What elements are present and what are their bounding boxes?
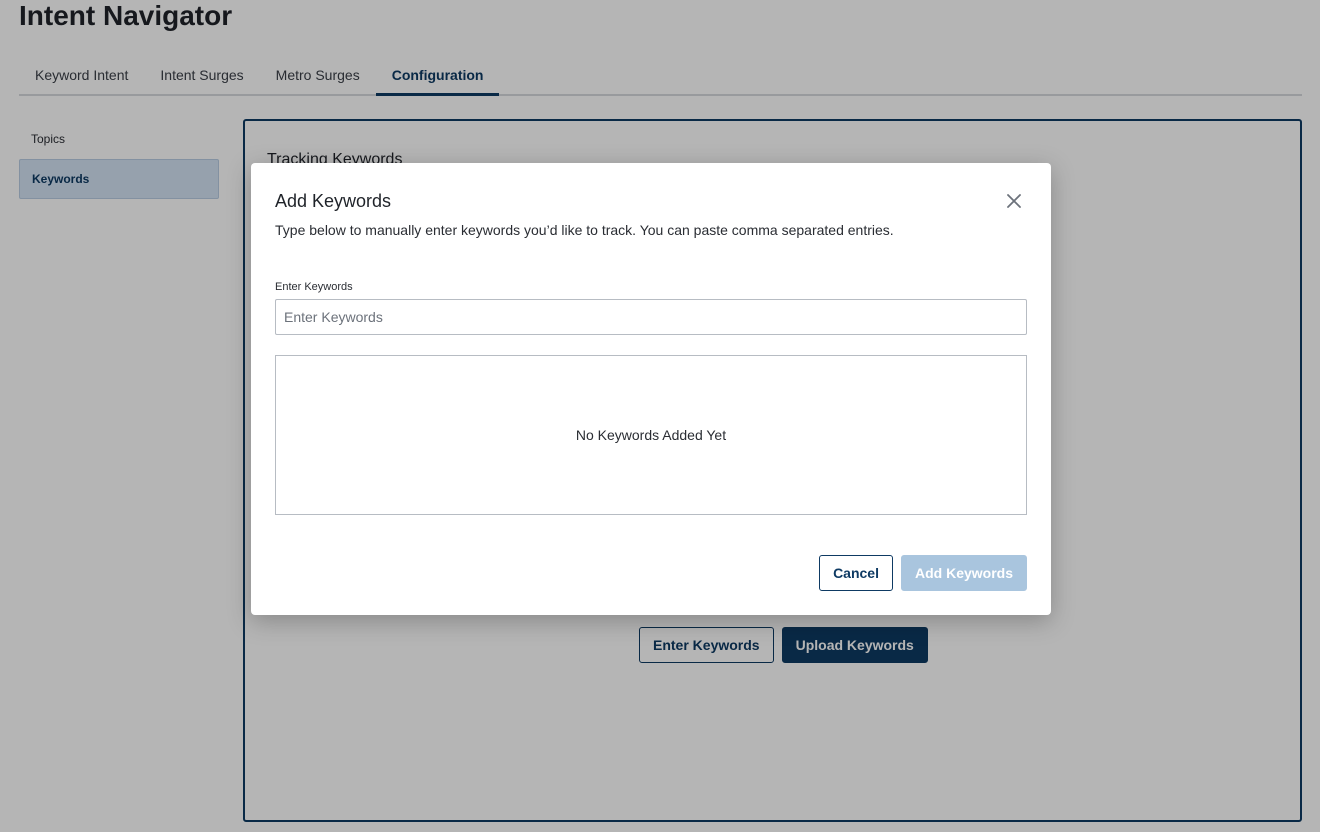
modal-footer: Cancel Add Keywords — [819, 555, 1027, 591]
add-keywords-button[interactable]: Add Keywords — [900, 555, 1027, 591]
cancel-button[interactable]: Cancel — [819, 555, 893, 591]
modal-title: Add Keywords — [275, 191, 392, 211]
keywords-list: No Keywords Added Yet — [275, 355, 1027, 515]
close-button[interactable] — [1004, 191, 1024, 211]
keywords-field-label: Enter Keywords — [275, 281, 353, 293]
close-icon — [1007, 194, 1021, 208]
modal-description: Type below to manually enter keywords yo… — [275, 222, 894, 238]
keywords-input[interactable] — [275, 299, 1027, 335]
add-keywords-modal: Add Keywords Type below to manually ente… — [251, 163, 1051, 615]
empty-state-text: No Keywords Added Yet — [575, 427, 727, 443]
